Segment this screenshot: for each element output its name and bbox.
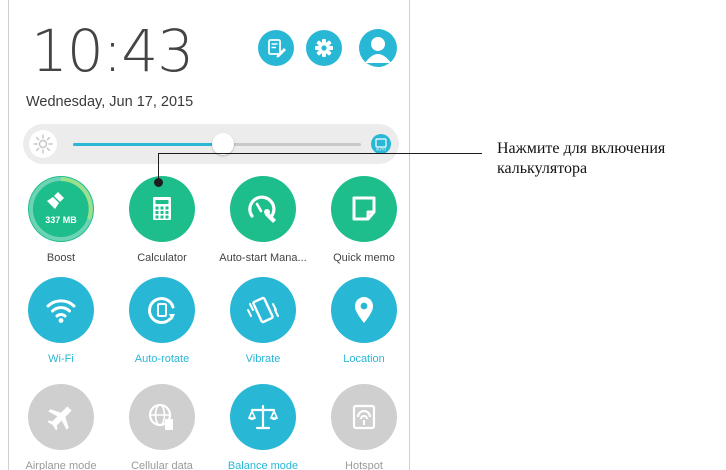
clock-date: Wednesday, Jun 17, 2015 (26, 94, 194, 110)
settings-gear-icon[interactable] (306, 30, 342, 66)
callout-dot (154, 178, 163, 187)
tile-label: Hotspot (345, 460, 383, 470)
hotspot-icon (331, 384, 397, 450)
brightness-bar: AUTO (23, 124, 399, 164)
tile-label: Boost (46, 252, 76, 264)
wifi-icon (28, 277, 94, 343)
tile-auto-start-manager[interactable]: Auto-start Mana... (214, 176, 312, 264)
edit-notes-icon[interactable] (258, 30, 294, 66)
auto-brightness-icon[interactable]: AUTO (371, 134, 391, 154)
callout-text: Нажмите для включения калькулятора (497, 140, 666, 177)
airplane-icon (28, 384, 94, 450)
quick-settings-panel: 10:43 Wednesday, Jun 17, 2015 AUTO 337 M… (8, 0, 410, 470)
quick-memo-icon (331, 176, 397, 242)
boost-memory-badge: 337 MB (45, 215, 77, 225)
location-pin-icon (331, 277, 397, 343)
tile-label: Cellular data (131, 460, 193, 470)
tile-label: Calculator (137, 252, 187, 264)
tile-label: Auto-rotate (134, 353, 190, 365)
tile-hotspot[interactable]: Hotspot (315, 384, 409, 470)
auto-brightness-label: AUTO (376, 148, 386, 152)
brightness-slider-thumb[interactable] (211, 133, 234, 155)
brightness-slider-fill (73, 143, 223, 146)
tile-label: Auto-start Mana... (219, 252, 307, 264)
balance-scale-icon (230, 384, 296, 450)
tile-auto-rotate[interactable]: Auto-rotate (113, 277, 211, 365)
callout-line-vertical (158, 153, 160, 181)
tile-location[interactable]: Location (315, 277, 409, 365)
cellular-data-icon (129, 384, 195, 450)
tile-label: Balance mode (227, 460, 299, 470)
tile-vibrate[interactable]: Vibrate (214, 277, 312, 365)
tile-wifi[interactable]: Wi-Fi (12, 277, 110, 365)
tile-label: Airplane mode (25, 460, 97, 470)
tile-quick-memo[interactable]: Quick memo (315, 176, 409, 264)
tile-label: Wi-Fi (48, 353, 74, 365)
tile-label: Quick memo (333, 252, 395, 264)
boost-broom-icon: 337 MB (28, 176, 94, 242)
tile-label: Location (343, 353, 385, 365)
tile-boost[interactable]: 337 MB Boost (12, 176, 110, 264)
user-avatar-icon[interactable] (359, 29, 397, 67)
tile-label: Vibrate (245, 353, 281, 365)
tile-calculator[interactable]: Calculator (113, 176, 211, 264)
tile-balance-mode[interactable]: Balance mode (214, 384, 312, 470)
auto-start-manager-icon (230, 176, 296, 242)
auto-rotate-icon (129, 277, 195, 343)
tile-airplane-mode[interactable]: Airplane mode (12, 384, 110, 470)
clock-time: 10:43 (31, 17, 194, 85)
vibrate-icon (230, 277, 296, 343)
callout-line (158, 153, 482, 155)
calculator-icon (129, 176, 195, 242)
tile-cellular-data[interactable]: Cellular data (113, 384, 211, 470)
brightness-slider[interactable] (73, 133, 361, 155)
brightness-sun-icon (29, 130, 57, 158)
